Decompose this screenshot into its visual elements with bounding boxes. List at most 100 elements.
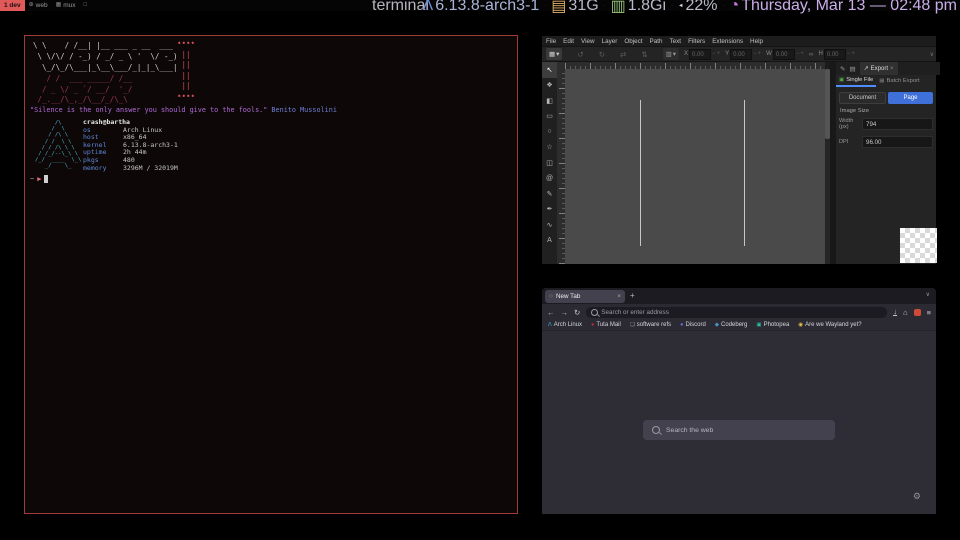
close-icon[interactable]: × bbox=[890, 66, 894, 72]
shape-builder-tool-button[interactable]: ◧ bbox=[542, 93, 557, 109]
height-field[interactable]: H0.00−+ bbox=[818, 49, 854, 60]
export-dialog-tab[interactable]: ↗Export× bbox=[860, 62, 898, 75]
menu-layer[interactable]: Layer bbox=[602, 38, 618, 45]
reload-button[interactable]: ↻ bbox=[574, 308, 580, 317]
workspace-1-dev[interactable]: 1 dev bbox=[0, 0, 25, 11]
separator: · bbox=[723, 3, 725, 9]
browser-window[interactable]: ○ New Tab × + ∨ ← → ↻ Search or enter ad… bbox=[542, 288, 936, 514]
active-tab[interactable]: ○ New Tab × bbox=[545, 290, 625, 303]
width-field[interactable]: W0.00−+ bbox=[766, 49, 804, 60]
bookmark-codeberg[interactable]: ◆Codeberg bbox=[715, 322, 748, 328]
list-tabs-chevron-icon[interactable]: ∨ bbox=[926, 291, 930, 298]
toolbar-overflow-chevron-icon[interactable]: ∨ bbox=[930, 51, 934, 58]
pen-tool-button[interactable]: ✒ bbox=[542, 202, 557, 218]
newtab-search-placeholder: Search the web bbox=[666, 427, 713, 434]
wayland-icon: ◉ bbox=[798, 322, 803, 328]
tab-close-icon[interactable]: × bbox=[617, 293, 621, 300]
menu-file[interactable]: File bbox=[546, 38, 556, 45]
page-button[interactable]: Page bbox=[888, 92, 933, 104]
width-unit-label: (px) bbox=[839, 124, 849, 130]
adblock-extension-icon[interactable] bbox=[914, 309, 921, 316]
new-tab-button[interactable]: + bbox=[630, 291, 635, 300]
prompt-path: ~ bbox=[30, 175, 34, 183]
align-dropdown[interactable]: ▥▾ bbox=[663, 48, 679, 60]
bookmark-tuta-mail[interactable]: ●Tuta Mail bbox=[591, 322, 621, 328]
workspace-2-web[interactable]: ⊕web bbox=[25, 0, 52, 11]
menu-object[interactable]: Object bbox=[624, 38, 642, 45]
home-button[interactable]: ⌂ bbox=[903, 308, 908, 317]
menu-button[interactable]: ≡ bbox=[927, 308, 931, 317]
calligraphy-tool-button[interactable]: ∿ bbox=[542, 217, 557, 233]
newtab-search-box[interactable]: Search the web bbox=[643, 420, 835, 440]
inkscape-window[interactable]: File Edit View Layer Object Path Text Fi… bbox=[542, 36, 936, 264]
new-tab-page: Search the web ⚙ bbox=[542, 331, 936, 514]
menu-text[interactable]: Text bbox=[670, 38, 682, 45]
horizontal-ruler[interactable] bbox=[565, 62, 825, 69]
ellipse-tool-button[interactable]: ○ bbox=[542, 124, 557, 140]
exclamation-ascii-art: •••• || || || || •••• bbox=[177, 39, 195, 102]
menu-path[interactable]: Path bbox=[650, 38, 663, 45]
menu-help[interactable]: Help bbox=[750, 38, 763, 45]
tab-batch-export[interactable]: ▦Batch Export bbox=[876, 75, 922, 87]
selector-tool-button[interactable]: ↖ bbox=[542, 62, 557, 78]
width-row: Width(px) 794 bbox=[836, 118, 936, 130]
quote-line: "Silence is the only answer you should g… bbox=[30, 106, 337, 114]
rotate-ccw-icon[interactable]: ↺ bbox=[577, 50, 583, 59]
document-button[interactable]: Document bbox=[839, 92, 886, 104]
terminal-window[interactable]: \ \ / /__| |__ ___ _ __ ___ \ \/\/ / -_)… bbox=[24, 35, 518, 514]
volume-module[interactable]: ◄22% bbox=[678, 0, 717, 15]
selection-mode-dropdown[interactable]: ▦▾ bbox=[546, 48, 562, 60]
workspace-3-mux[interactable]: ▦mux bbox=[52, 0, 80, 11]
node-tool-button[interactable]: ❖ bbox=[542, 78, 557, 94]
bookmark-photopea[interactable]: ▣Photopea bbox=[756, 322, 789, 328]
arch-icon: Λ bbox=[548, 322, 552, 328]
browser-tab-bar: ○ New Tab × + ∨ bbox=[542, 288, 936, 304]
quote-author: Benito Mussolini bbox=[267, 106, 337, 114]
export-dpi-input[interactable]: 96.00 bbox=[862, 136, 933, 148]
vertical-ruler[interactable] bbox=[557, 69, 565, 264]
photopea-icon: ▣ bbox=[756, 322, 761, 328]
separator: · bbox=[544, 3, 546, 9]
menu-view[interactable]: View bbox=[581, 38, 595, 45]
pen-dialog-tab-icon[interactable]: ✎ bbox=[840, 65, 845, 73]
box3d-tool-button[interactable]: ◫ bbox=[542, 155, 557, 171]
inkscape-canvas[interactable] bbox=[565, 69, 825, 264]
lock-ratio-icon[interactable]: ∞ bbox=[809, 51, 814, 58]
menu-edit[interactable]: Edit bbox=[563, 38, 574, 45]
arch-icon: Λ bbox=[423, 0, 434, 15]
flip-vertical-icon[interactable]: ⇅ bbox=[641, 50, 647, 59]
arch-ascii-logo: /\ / \ / /\ \ / / \ \ / / /\ \ \ / /_/--… bbox=[35, 120, 81, 170]
downloads-button[interactable]: ↓ bbox=[893, 308, 897, 316]
personalize-gear-icon[interactable]: ⚙ bbox=[913, 491, 921, 502]
system-fetch-info: crash@bartha osArch Linux hostx86_64 ker… bbox=[83, 119, 178, 172]
image-size-label: Image Size bbox=[840, 108, 869, 114]
workspace-4-empty[interactable]: □ bbox=[80, 0, 92, 11]
rectangle-tool-button[interactable]: ▭ bbox=[542, 109, 557, 125]
menu-filters[interactable]: Filters bbox=[688, 38, 705, 45]
back-button[interactable]: ← bbox=[547, 308, 555, 317]
address-bar[interactable]: Search or enter address bbox=[586, 307, 887, 318]
text-tool-button[interactable]: A bbox=[542, 233, 557, 249]
tab-single-file[interactable]: ▣Single File bbox=[836, 75, 876, 87]
x-coordinate-field[interactable]: X0.00−+ bbox=[684, 49, 720, 60]
menu-extensions[interactable]: Extensions bbox=[712, 38, 743, 45]
bookmark-are-we-wayland-yet[interactable]: ◉Are we Wayland yet? bbox=[798, 322, 861, 328]
bookmark-folder-software-refs[interactable]: ❏software refs bbox=[630, 322, 671, 328]
forward-button[interactable]: → bbox=[561, 308, 569, 317]
swatches-dialog-tab-icon[interactable]: ▤ bbox=[849, 65, 855, 73]
pencil-tool-button[interactable]: ✎ bbox=[542, 186, 557, 202]
bookmark-arch-linux[interactable]: ΛArch Linux bbox=[548, 322, 582, 328]
clock-icon: ◔ bbox=[730, 0, 740, 15]
rotate-cw-icon[interactable]: ↻ bbox=[599, 50, 605, 59]
memory-module: ▥1.8Gi bbox=[611, 0, 666, 16]
export-preview-transparency-checkerboard bbox=[900, 228, 937, 263]
dialog-tab-bar: ✎ ▤ ↗Export× bbox=[836, 62, 940, 75]
export-area-buttons: Document Page bbox=[836, 91, 936, 104]
flip-horizontal-icon[interactable]: ⇄ bbox=[620, 50, 626, 59]
y-coordinate-field[interactable]: Y0.00−+ bbox=[725, 49, 761, 60]
bookmark-discord[interactable]: ●Discord bbox=[680, 322, 706, 328]
spiral-tool-button[interactable]: @ bbox=[542, 171, 557, 187]
star-tool-button[interactable]: ☆ bbox=[542, 140, 557, 156]
shell-prompt[interactable]: ~ ▶ bbox=[30, 175, 48, 183]
export-width-input[interactable]: 794 bbox=[862, 118, 933, 130]
